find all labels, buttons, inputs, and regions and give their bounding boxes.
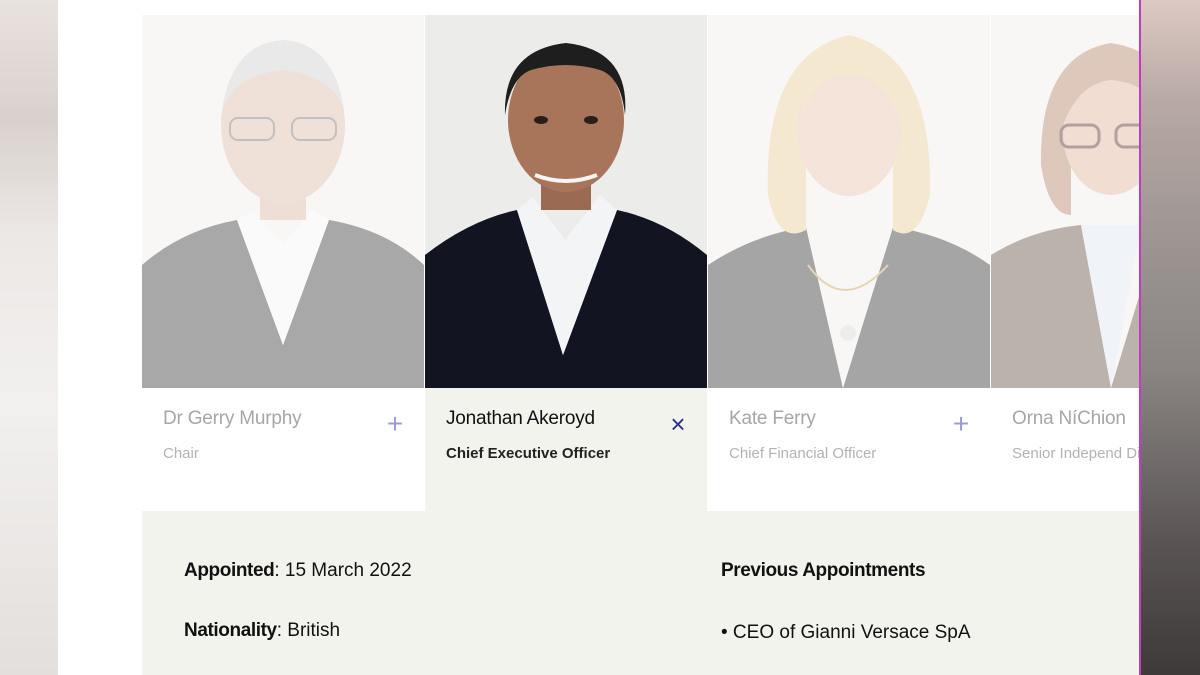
nationality-value: : British	[276, 620, 341, 641]
member-name[interactable]: Jonathan Akeroyd	[446, 408, 595, 430]
plus-icon[interactable]: +	[949, 410, 973, 438]
previous-appointments-heading: Previous Appointments	[721, 560, 926, 581]
member-name[interactable]: Kate Ferry	[729, 408, 816, 430]
previous-appointment-item: • CEO of Gianni Versace SpA	[721, 622, 971, 643]
member-role: Senior Independ Director	[1012, 445, 1139, 462]
blurred-backdrop-right	[1139, 0, 1200, 675]
nationality-row: Nationality: British	[184, 620, 340, 642]
portrait-photo	[425, 15, 707, 388]
appointed-value: : 15 March 2022	[274, 560, 412, 581]
member-role: Chair	[163, 445, 199, 462]
member-role: Chief Financial Officer	[729, 445, 877, 462]
board-member-card[interactable]: Dr Gerry Murphy Chair +	[142, 15, 424, 511]
plus-icon[interactable]: +	[383, 410, 407, 438]
appointed-row: Appointed: 15 March 2022	[184, 560, 412, 582]
board-page: Dr Gerry Murphy Chair + Jonathan Akeroyd…	[58, 0, 1139, 675]
board-member-carousel[interactable]: Dr Gerry Murphy Chair + Jonathan Akeroyd…	[142, 15, 1139, 515]
appointed-label: Appointed	[184, 560, 275, 581]
member-role: Chief Executive Officer	[446, 445, 611, 462]
member-details-panel: Appointed: 15 March 2022 Nationality: Br…	[142, 511, 1139, 675]
portrait-photo	[708, 15, 990, 388]
board-member-card[interactable]: Kate Ferry Chief Financial Officer +	[708, 15, 990, 511]
portrait-photo	[991, 15, 1139, 388]
nationality-label: Nationality	[184, 620, 277, 641]
board-member-card[interactable]: Orna NíChion Senior Independ Director +	[991, 15, 1139, 511]
portrait-photo	[142, 15, 424, 388]
board-member-card-selected[interactable]: Jonathan Akeroyd Chief Executive Officer…	[425, 15, 707, 511]
close-icon[interactable]: ×	[666, 411, 690, 437]
member-name[interactable]: Orna NíChion	[1012, 408, 1126, 430]
blurred-backdrop-left	[0, 0, 58, 675]
member-name[interactable]: Dr Gerry Murphy	[163, 408, 302, 430]
